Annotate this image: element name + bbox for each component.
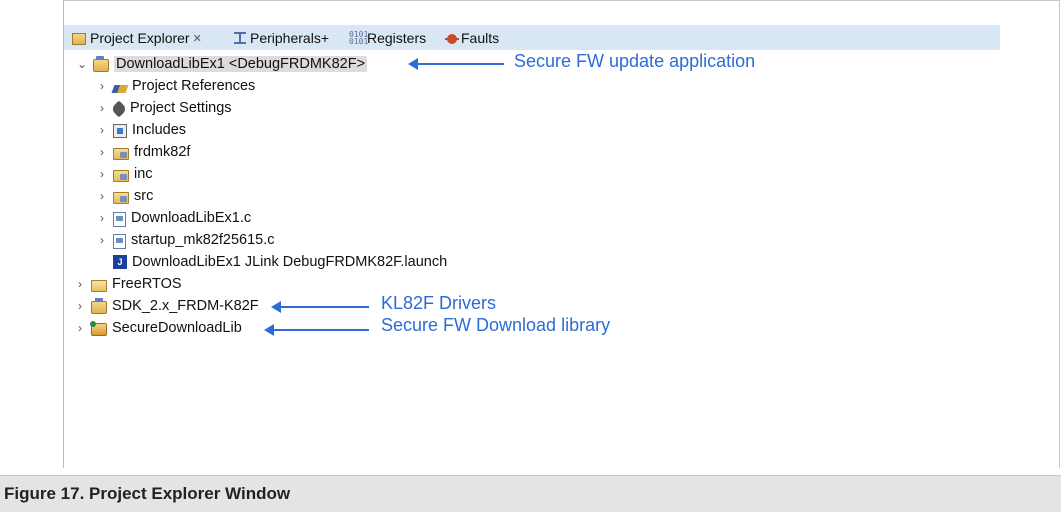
- source-folder-icon: [113, 148, 129, 160]
- chevron-down-icon[interactable]: ⌄: [74, 57, 90, 71]
- faults-icon: [445, 34, 459, 44]
- launch-config-icon: J: [113, 255, 127, 269]
- tab-project-explorer[interactable]: Project Explorer ✕: [72, 28, 202, 48]
- tree-item-securedownloadlib[interactable]: › SecureDownloadLib: [72, 317, 242, 339]
- peripherals-icon: [234, 32, 246, 44]
- tree-item-project-settings[interactable]: › Project Settings: [94, 97, 232, 119]
- tree-item-frdmk82f[interactable]: › frdmk82f: [94, 141, 190, 163]
- chevron-right-icon[interactable]: ›: [72, 299, 88, 313]
- chevron-right-icon[interactable]: ›: [94, 123, 110, 137]
- chevron-right-icon[interactable]: ›: [72, 277, 88, 291]
- source-folder-icon: [113, 192, 129, 204]
- chevron-right-icon[interactable]: ›: [94, 101, 110, 115]
- project-references-icon: [111, 85, 129, 93]
- freertos-folder-icon: [91, 280, 107, 292]
- project-icon: [93, 56, 109, 72]
- annotation-drivers: KL82F Drivers: [381, 293, 497, 313]
- chevron-right-icon[interactable]: ›: [72, 321, 88, 335]
- c-file-icon: [113, 233, 126, 249]
- chevron-right-icon[interactable]: ›: [94, 167, 110, 181]
- library-project-icon: [90, 321, 107, 336]
- annotation-arrow-app: [408, 58, 504, 70]
- close-icon[interactable]: ✕: [193, 32, 202, 45]
- tree-item-project-references[interactable]: › Project References: [94, 75, 255, 97]
- tree-item-inc[interactable]: › inc: [94, 163, 153, 185]
- chevron-right-icon[interactable]: ›: [94, 211, 110, 225]
- tree-item-downloadlibex1-c[interactable]: › DownloadLibEx1.c: [94, 207, 251, 229]
- project-explorer-icon: [72, 33, 86, 45]
- annotation-arrow-drivers: [271, 301, 369, 313]
- chevron-right-icon[interactable]: ›: [94, 233, 110, 247]
- tree-item-startup-c[interactable]: › startup_mk82f25615.c: [94, 229, 274, 251]
- source-folder-icon: [113, 170, 129, 182]
- tree-item-sdk[interactable]: › SDK_2.x_FRDM-K82F: [72, 295, 259, 317]
- tree-item-freertos[interactable]: › FreeRTOS: [72, 273, 182, 295]
- tab-registers[interactable]: 0101 0101 Registers: [349, 28, 426, 48]
- tab-faults[interactable]: Faults: [445, 28, 499, 48]
- annotation-arrow-library: [264, 324, 369, 336]
- view-tab-bar: Project Explorer ✕ Peripherals+ 0101 0101…: [64, 25, 1000, 50]
- tree-item-src[interactable]: › src: [94, 185, 153, 207]
- annotation-library: Secure FW Download library: [381, 315, 611, 335]
- sdk-project-icon: [91, 298, 107, 314]
- tree-item-launch-config[interactable]: J DownloadLibEx1 JLink DebugFRDMK82F.lau…: [94, 251, 447, 273]
- includes-icon: [113, 124, 127, 138]
- c-file-icon: [113, 211, 126, 227]
- figure-caption: Figure 17. Project Explorer Window: [0, 475, 1061, 512]
- chevron-right-icon[interactable]: ›: [94, 79, 110, 93]
- tree-item-includes[interactable]: › Includes: [94, 119, 186, 141]
- chevron-right-icon[interactable]: ›: [94, 189, 110, 203]
- annotation-app: Secure FW update application: [514, 51, 756, 71]
- chevron-right-icon[interactable]: ›: [94, 145, 110, 159]
- registers-icon: 0101 0101: [349, 30, 369, 46]
- tree-item-downloadlibex1[interactable]: ⌄ DownloadLibEx1 <DebugFRDMK82F>: [74, 53, 368, 75]
- tab-peripherals[interactable]: Peripherals+: [234, 28, 329, 48]
- project-settings-icon: [110, 100, 128, 118]
